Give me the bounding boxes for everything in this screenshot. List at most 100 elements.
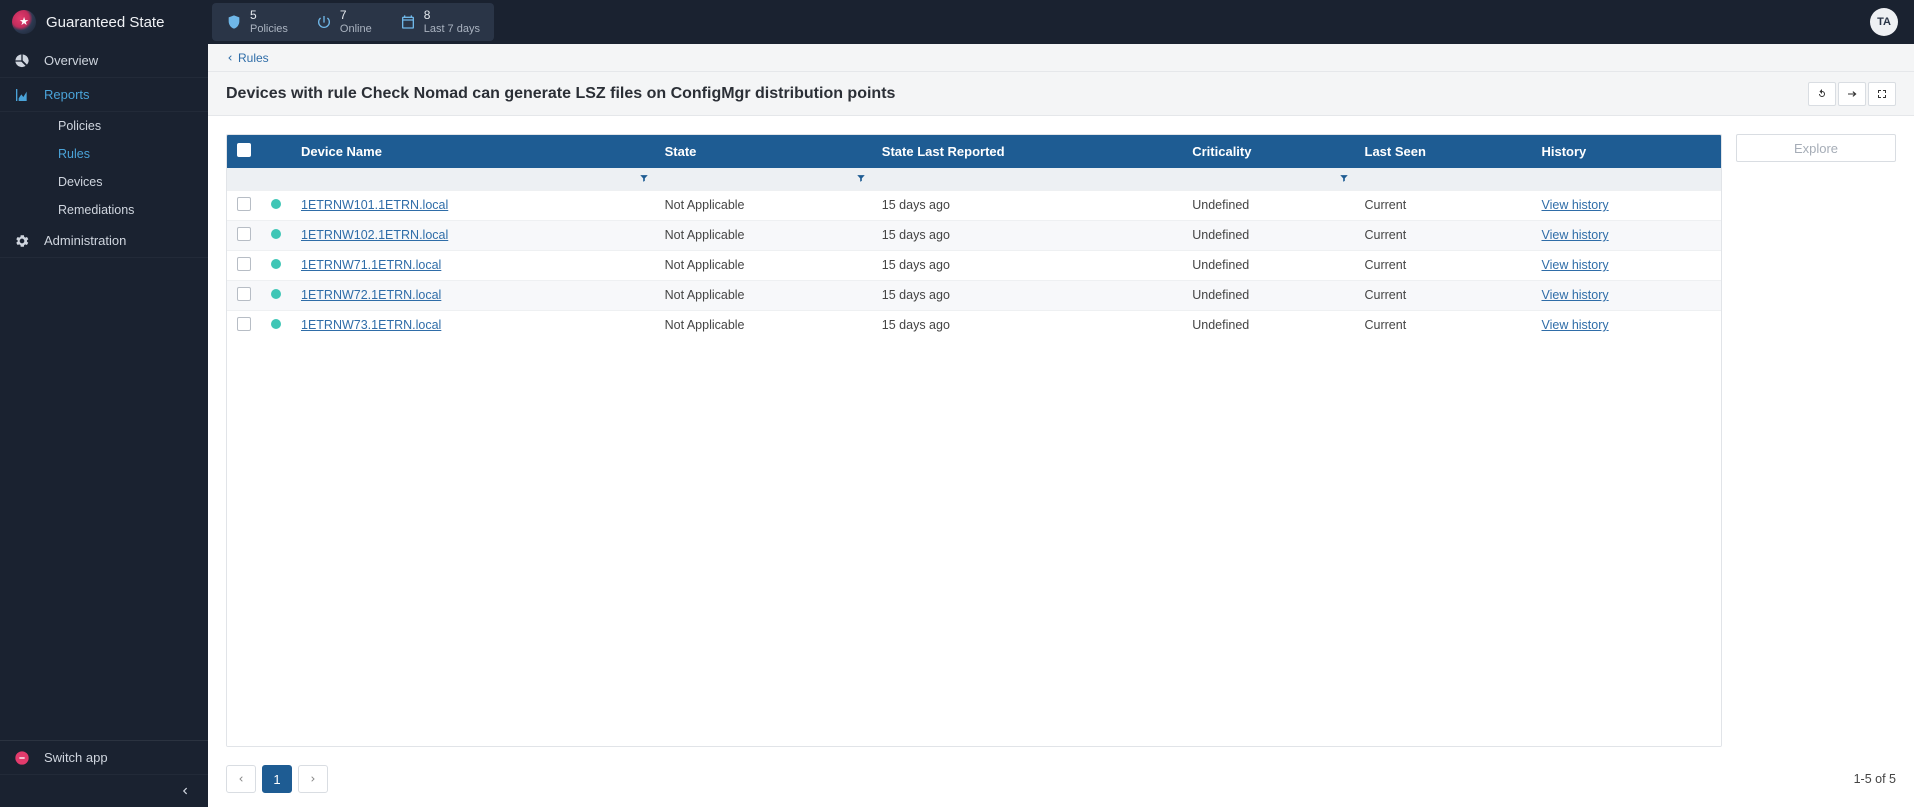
expand-button[interactable]	[1868, 82, 1896, 106]
view-history-link[interactable]: View history	[1541, 318, 1608, 332]
cell-state: Not Applicable	[655, 220, 872, 250]
calendar-icon	[400, 14, 416, 30]
sidebar-item-administration[interactable]: Administration	[0, 224, 208, 258]
expand-icon	[1876, 88, 1888, 100]
sidebar-item-switch-app[interactable]: Switch app	[0, 741, 208, 775]
col-status	[261, 135, 291, 168]
swap-icon	[1846, 88, 1858, 100]
pager-info: 1-5 of 5	[1854, 772, 1896, 786]
cell-last-seen: Current	[1355, 190, 1532, 220]
col-last-seen[interactable]: Last Seen	[1355, 135, 1532, 168]
cell-state: Not Applicable	[655, 310, 872, 340]
view-history-link[interactable]: View history	[1541, 288, 1608, 302]
device-link[interactable]: 1ETRNW101.1ETRN.local	[301, 198, 448, 212]
device-link[interactable]: 1ETRNW72.1ETRN.local	[301, 288, 441, 302]
row-checkbox[interactable]	[237, 227, 251, 241]
header-actions	[1808, 82, 1896, 106]
status-dot-icon	[271, 289, 281, 299]
stat-online-value: 7	[340, 9, 372, 22]
row-checkbox[interactable]	[237, 197, 251, 211]
cell-criticality: Undefined	[1182, 280, 1354, 310]
cell-last-seen: Current	[1355, 250, 1532, 280]
stat-period[interactable]: 8 Last 7 days	[386, 3, 494, 40]
stat-online[interactable]: 7 Online	[302, 3, 386, 40]
table-row: 1ETRNW72.1ETRN.localNot Applicable15 day…	[227, 280, 1721, 310]
filter-criticality[interactable]	[1182, 168, 1354, 190]
sidebar-item-reports[interactable]: Reports	[0, 78, 208, 112]
cell-criticality: Undefined	[1182, 220, 1354, 250]
top-stats: 5 Policies 7 Online 8 Last 7 days	[212, 3, 494, 40]
gear-icon	[14, 233, 30, 249]
cell-criticality: Undefined	[1182, 250, 1354, 280]
chevron-right-icon	[309, 775, 317, 783]
filter-icon	[639, 173, 649, 183]
row-checkbox[interactable]	[237, 257, 251, 271]
swap-button[interactable]	[1838, 82, 1866, 106]
power-icon	[316, 14, 332, 30]
status-dot-icon	[271, 319, 281, 329]
app-title: Guaranteed State	[46, 14, 164, 31]
brand: ★ Guaranteed State	[12, 10, 208, 34]
stat-policies-label: Policies	[250, 23, 288, 35]
chevron-left-icon	[237, 775, 245, 783]
refresh-button[interactable]	[1808, 82, 1836, 106]
devices-table: Device Name State State Last Reported Cr…	[226, 134, 1722, 747]
device-link[interactable]: 1ETRNW73.1ETRN.local	[301, 318, 441, 332]
user-avatar[interactable]: TA	[1870, 8, 1898, 36]
sidebar-sub-rules[interactable]: Rules	[0, 140, 208, 168]
view-history-link[interactable]: View history	[1541, 228, 1608, 242]
chevron-left-icon	[226, 54, 234, 62]
cell-criticality: Undefined	[1182, 190, 1354, 220]
col-state[interactable]: State	[655, 135, 872, 168]
explore-button[interactable]: Explore	[1736, 134, 1896, 162]
cell-last-seen: Current	[1355, 310, 1532, 340]
cell-last-seen: Current	[1355, 220, 1532, 250]
device-link[interactable]: 1ETRNW71.1ETRN.local	[301, 258, 441, 272]
pager-page-1[interactable]: 1	[262, 765, 292, 793]
status-dot-icon	[271, 229, 281, 239]
breadcrumb: Rules	[208, 44, 1914, 72]
sidebar-sub-devices[interactable]: Devices	[0, 168, 208, 196]
col-state-last-reported[interactable]: State Last Reported	[872, 135, 1182, 168]
status-dot-icon	[271, 199, 281, 209]
sidebar-item-overview[interactable]: Overview	[0, 44, 208, 78]
shield-icon	[226, 14, 242, 30]
stat-period-value: 8	[424, 9, 480, 22]
col-select-all[interactable]	[227, 135, 261, 168]
sidebar-overview-label: Overview	[44, 53, 98, 68]
breadcrumb-back[interactable]: Rules	[226, 51, 269, 65]
sidebar-collapse[interactable]	[0, 775, 208, 807]
row-checkbox[interactable]	[237, 287, 251, 301]
brand-icon: ★	[12, 10, 36, 34]
device-link[interactable]: 1ETRNW102.1ETRN.local	[301, 228, 448, 242]
pager-next[interactable]	[298, 765, 328, 793]
col-criticality[interactable]: Criticality	[1182, 135, 1354, 168]
chart-icon	[14, 87, 30, 103]
stat-policies[interactable]: 5 Policies	[212, 3, 302, 40]
cell-state: Not Applicable	[655, 250, 872, 280]
view-history-link[interactable]: View history	[1541, 258, 1608, 272]
top-bar: ★ Guaranteed State 5 Policies 7 Online 8…	[0, 0, 1914, 44]
col-history[interactable]: History	[1531, 135, 1721, 168]
main: Rules Devices with rule Check Nomad can …	[208, 44, 1914, 807]
stat-policies-value: 5	[250, 9, 288, 22]
cell-state: Not Applicable	[655, 190, 872, 220]
sidebar-sub-remediations[interactable]: Remediations	[0, 196, 208, 224]
table-row: 1ETRNW73.1ETRN.localNot Applicable15 day…	[227, 310, 1721, 340]
sidebar-switch-app-label: Switch app	[44, 750, 108, 765]
page-title: Devices with rule Check Nomad can genera…	[226, 85, 895, 103]
sidebar-sub-policies[interactable]: Policies	[0, 112, 208, 140]
pie-icon	[14, 53, 30, 69]
row-checkbox[interactable]	[237, 317, 251, 331]
cell-state-last-reported: 15 days ago	[872, 220, 1182, 250]
status-dot-icon	[271, 259, 281, 269]
filter-icon	[856, 173, 866, 183]
filter-device-name[interactable]	[291, 168, 655, 190]
stat-online-label: Online	[340, 23, 372, 35]
sidebar: Overview Reports Policies Rules Devices …	[0, 44, 208, 807]
view-history-link[interactable]: View history	[1541, 198, 1608, 212]
filter-state[interactable]	[655, 168, 872, 190]
col-device-name[interactable]: Device Name	[291, 135, 655, 168]
pager-prev[interactable]	[226, 765, 256, 793]
stat-period-label: Last 7 days	[424, 23, 480, 35]
